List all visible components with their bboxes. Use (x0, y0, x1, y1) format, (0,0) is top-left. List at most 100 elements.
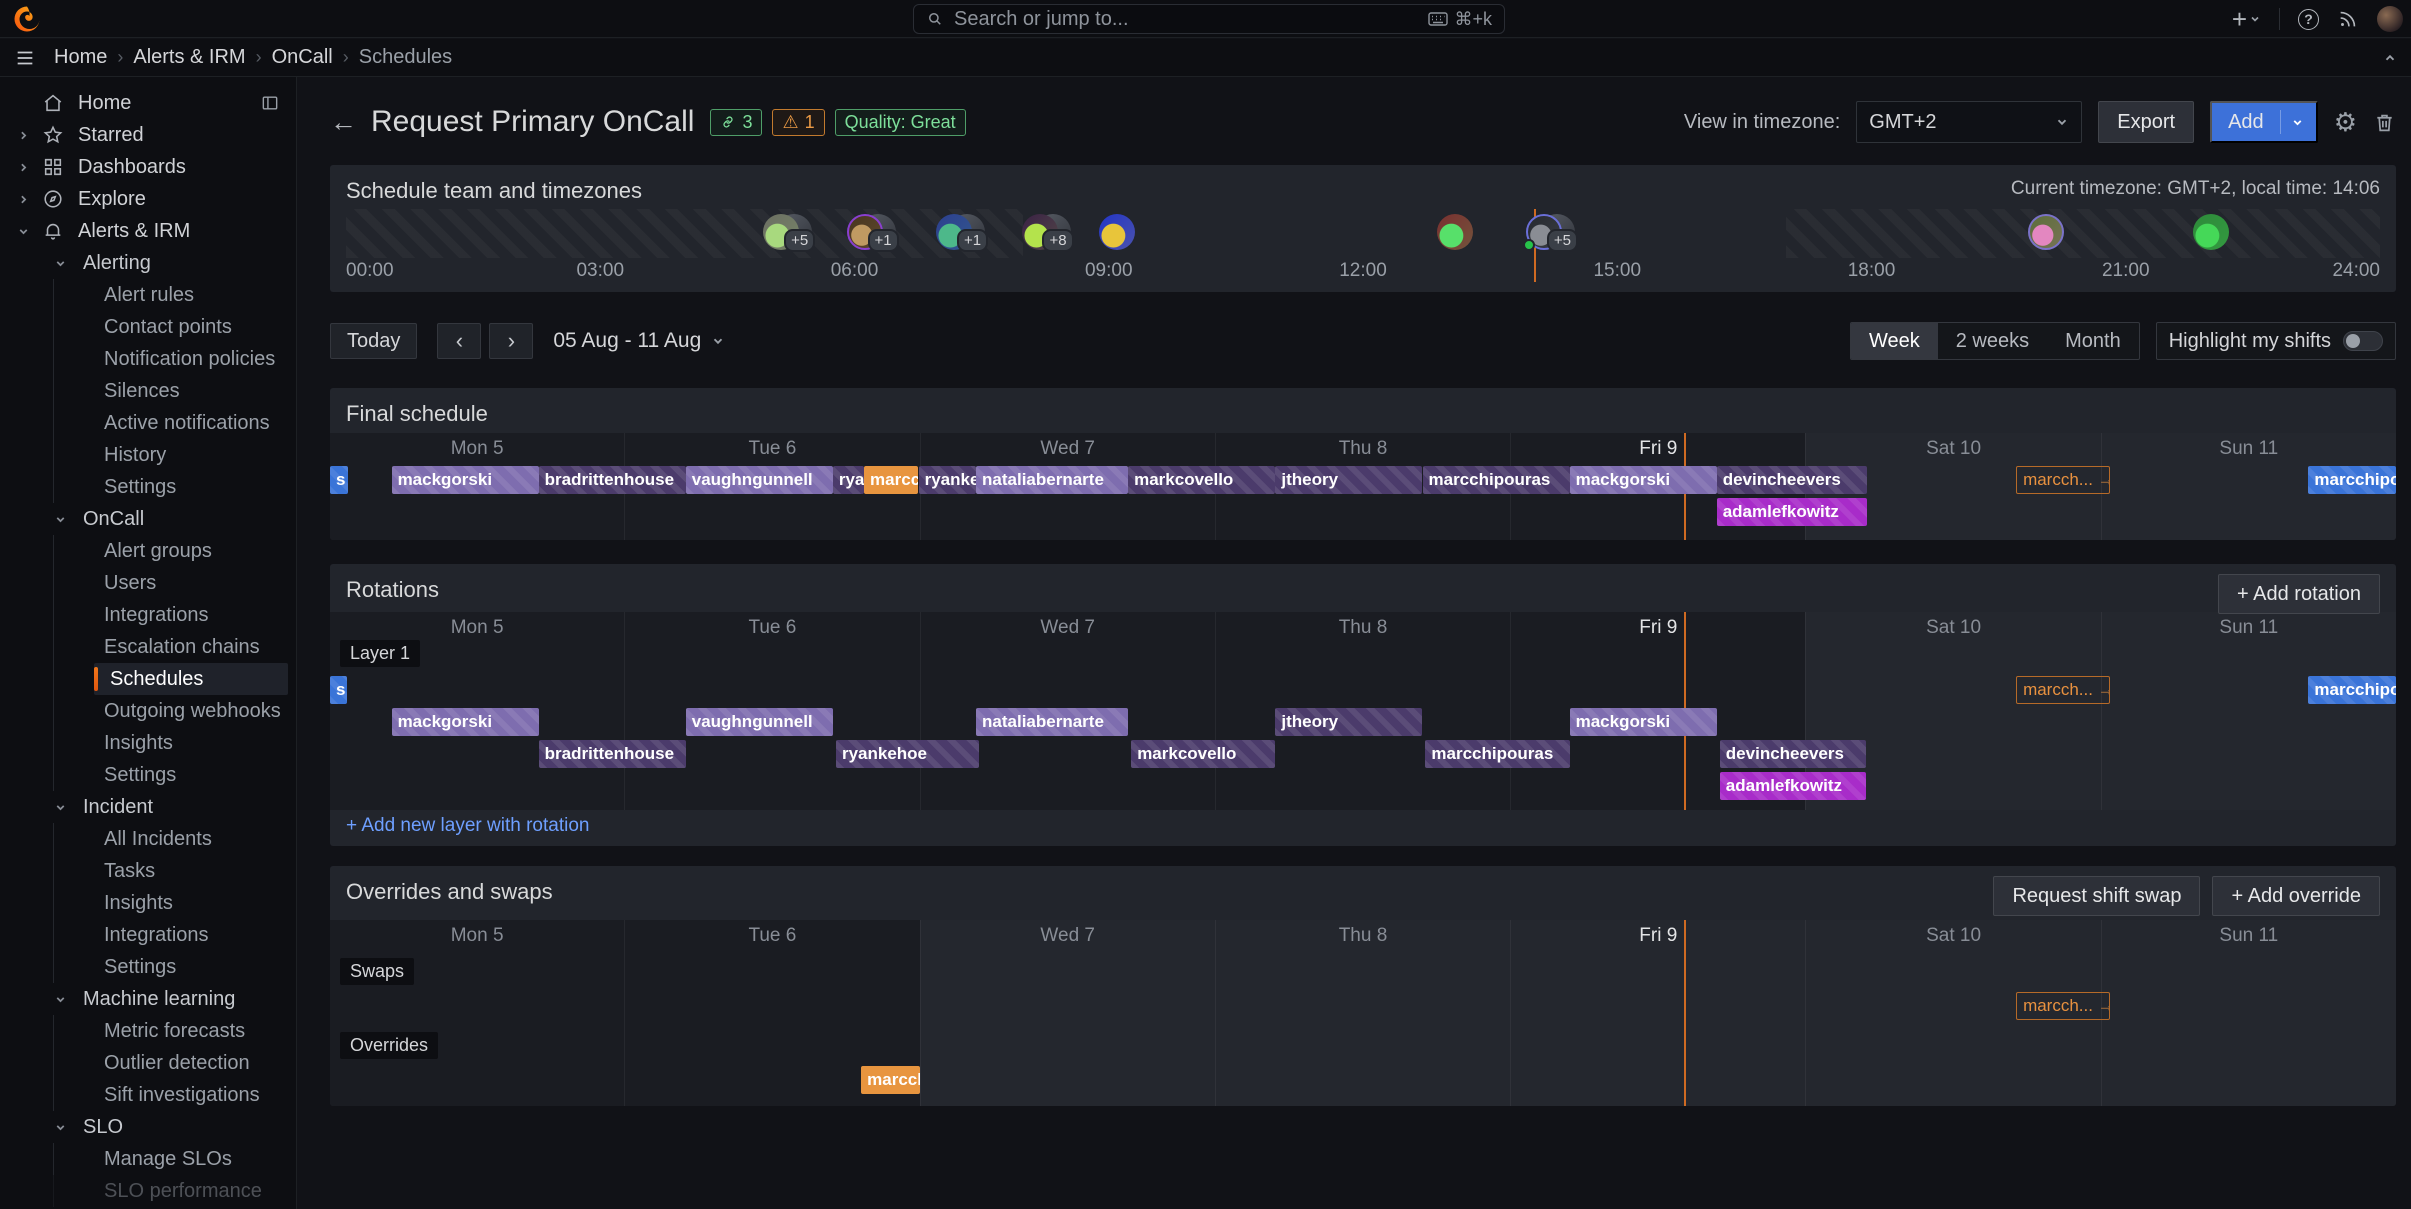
sidebar-item-alert-groups[interactable]: Alert groups (94, 535, 288, 567)
sidebar-item-settings[interactable]: Settings (94, 951, 288, 983)
shift-bar[interactable]: markcovello (1128, 466, 1275, 494)
delete-trash-icon[interactable] (2373, 111, 2396, 134)
sidebar-item-tasks[interactable]: Tasks (94, 855, 288, 887)
sidebar-item-sift-investigations[interactable]: Sift investigations (94, 1079, 288, 1111)
sidebar-item-metric-forecasts[interactable]: Metric forecasts (94, 1015, 288, 1047)
sidebar-item-settings[interactable]: Settings (94, 759, 288, 791)
sidebar-item-silences[interactable]: Silences (94, 375, 288, 407)
avatar[interactable] (1437, 214, 1473, 250)
shift-bar[interactable]: mackgorski (392, 708, 539, 736)
sidebar-item-escalation-chains[interactable]: Escalation chains (94, 631, 288, 663)
sidebar-item-history[interactable]: History (94, 439, 288, 471)
timezone-select[interactable]: GMT+2 (1856, 101, 2082, 143)
shift-bar[interactable]: mackgorski (1570, 708, 1717, 736)
menu-toggle-icon[interactable] (14, 47, 36, 69)
next-week-button[interactable]: › (489, 323, 533, 359)
add-override-button[interactable]: + Add override (2212, 876, 2380, 916)
shift-bar[interactable]: s (330, 676, 347, 704)
shift-bar[interactable]: rya (833, 466, 864, 494)
shift-bar[interactable]: adamlefkowitz (1717, 498, 1867, 526)
sidebar-item-dashboards[interactable]: Dashboards (0, 151, 296, 183)
sidebar-item-incident[interactable]: Incident (0, 791, 296, 823)
view-toggle-2-weeks[interactable]: 2 weeks (1938, 323, 2047, 359)
shift-bar[interactable]: markcovello (1131, 740, 1275, 768)
shift-bar[interactable]: ryankehoe (836, 740, 979, 768)
sidebar-item-alerting[interactable]: Alerting (0, 247, 296, 279)
export-button[interactable]: Export (2098, 101, 2194, 143)
shift-bar[interactable]: mackgorski (392, 466, 539, 494)
view-toggle-week[interactable]: Week (1851, 323, 1938, 359)
shift-bar[interactable]: s (330, 466, 348, 494)
shift-bar[interactable]: jtheory (1275, 466, 1422, 494)
help-icon[interactable]: ? (2298, 9, 2319, 30)
shift-bar[interactable]: jtheory (1275, 708, 1422, 736)
sidebar-item-all-incidents[interactable]: All Incidents (94, 823, 288, 855)
sidebar-item-active-notifications[interactable]: Active notifications (94, 407, 288, 439)
avatar[interactable]: +5 (1526, 214, 1562, 250)
avatar[interactable] (1099, 214, 1135, 250)
sidebar-item-explore[interactable]: Explore (0, 183, 296, 215)
sidebar-item-machine-learning[interactable]: Machine learning (0, 983, 296, 1015)
sidebar-item-home[interactable]: Home (0, 87, 296, 119)
sidebar-item-insights[interactable]: Insights (94, 887, 288, 919)
dock-menu-icon[interactable] (260, 93, 280, 113)
search-input[interactable]: Search or jump to... ⌘+k (913, 4, 1505, 34)
user-avatar[interactable] (2377, 6, 2403, 32)
breadcrumb-item-oncall[interactable]: OnCall (272, 46, 333, 69)
back-button[interactable]: ← (330, 109, 357, 136)
shift-bar[interactable]: marcchipoura (2308, 676, 2396, 704)
date-range-picker[interactable]: 05 Aug - 11 Aug (553, 329, 725, 353)
sidebar-item-settings[interactable]: Settings (94, 471, 288, 503)
shift-bar[interactable]: bradrittenhouse (539, 466, 686, 494)
shift-swap-request-bar[interactable]: marcch... → ? (2016, 992, 2110, 1020)
chevron-up-icon[interactable] (2383, 51, 2397, 65)
shift-bar[interactable]: mackgorski (1570, 466, 1717, 494)
avatar[interactable] (2028, 214, 2064, 250)
shift-bar[interactable]: marcchipouras (1425, 740, 1569, 768)
sidebar-item-contact-points[interactable]: Contact points (94, 311, 288, 343)
shift-bar[interactable]: vaughngunnell (686, 466, 833, 494)
shift-bar[interactable]: marcchip (864, 466, 918, 494)
grafana-logo-icon[interactable] (12, 4, 42, 34)
sidebar-item-alert-rules[interactable]: Alert rules (94, 279, 288, 311)
today-button[interactable]: Today (330, 323, 417, 359)
sidebar-item-outgoing-webhooks[interactable]: Outgoing webhooks (94, 695, 288, 727)
avatar[interactable]: +1 (847, 214, 883, 250)
add-button[interactable]: Add (2210, 101, 2318, 143)
settings-gear-icon[interactable]: ⚙ (2334, 109, 2357, 135)
sidebar-item-slo[interactable]: SLO (0, 1111, 296, 1143)
sidebar-item-users[interactable]: Users (94, 567, 288, 599)
breadcrumb-item-alerts-irm[interactable]: Alerts & IRM (133, 46, 245, 69)
avatar[interactable]: +5 (763, 214, 799, 250)
request-shift-swap-button[interactable]: Request shift swap (1993, 876, 2200, 916)
shift-bar[interactable]: bradrittenhouse (539, 740, 686, 768)
shift-bar[interactable]: devincheevers (1717, 466, 1867, 494)
shift-bar[interactable]: marcchipouras (1423, 466, 1570, 494)
shift-bar[interactable]: marcchip (861, 1066, 919, 1094)
sidebar-item-alerts-irm[interactable]: Alerts & IRM (0, 215, 296, 247)
sidebar-item-outlier-detection[interactable]: Outlier detection (94, 1047, 288, 1079)
sidebar-item-oncall[interactable]: OnCall (0, 503, 296, 535)
sidebar-item-notification-policies[interactable]: Notification policies (94, 343, 288, 375)
shift-bar[interactable]: adamlefkowitz (1720, 772, 1866, 800)
shift-swap-request-bar[interactable]: marcch... → ? (2016, 676, 2110, 704)
news-rss-icon[interactable] (2337, 8, 2359, 30)
highlight-shifts-toggle[interactable] (2343, 331, 2383, 351)
add-rotation-button[interactable]: + Add rotation (2218, 574, 2380, 614)
sidebar-item-schedules[interactable]: Schedules (94, 663, 288, 695)
avatar[interactable]: +1 (936, 214, 972, 250)
add-layer-link[interactable]: + Add new layer with rotation (346, 815, 589, 837)
avatar[interactable] (2193, 214, 2229, 250)
shift-bar[interactable]: nataliabernarte (976, 708, 1128, 736)
sidebar-item-insights[interactable]: Insights (94, 727, 288, 759)
sidebar-item-integrations[interactable]: Integrations (94, 599, 288, 631)
sidebar-item-starred[interactable]: Starred (0, 119, 296, 151)
prev-week-button[interactable]: ‹ (437, 323, 481, 359)
shift-bar[interactable]: nataliabernarte (976, 466, 1128, 494)
sidebar-item-slo-performance[interactable]: SLO performance (94, 1175, 288, 1207)
shift-bar[interactable]: marcchipoura (2308, 466, 2396, 494)
breadcrumb-item-home[interactable]: Home (54, 46, 107, 69)
shift-bar[interactable]: devincheevers (1720, 740, 1866, 768)
shift-bar[interactable]: vaughngunnell (686, 708, 833, 736)
shift-bar[interactable]: ryankeho (919, 466, 976, 494)
